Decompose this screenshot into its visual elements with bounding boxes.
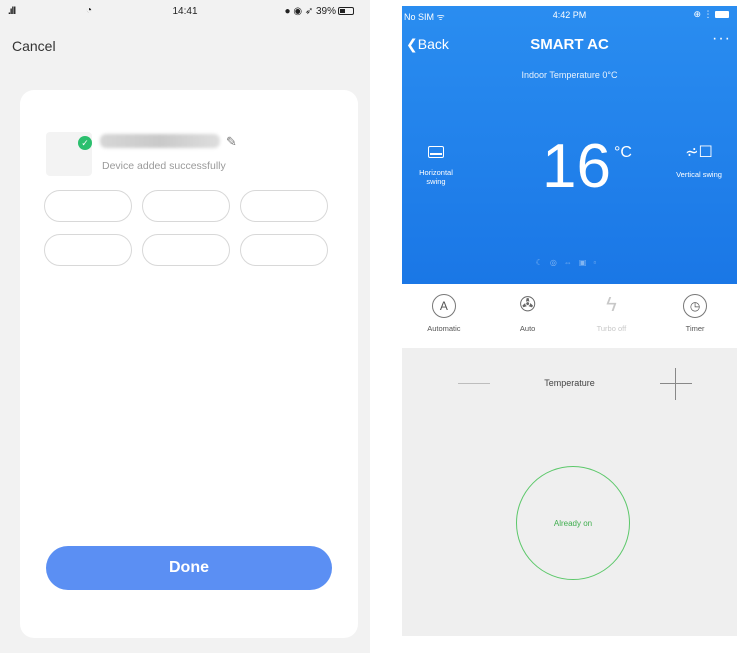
control-label: Automatic — [427, 324, 461, 333]
control-bar: A Automatic ✇ Auto ϟ Turbo off ◷ Timer — [402, 284, 737, 348]
status-bar: .ıll ◔ 14:41 ● ◉ ➶ 39% — [0, 0, 370, 24]
set-temperature-value: 16 — [542, 132, 611, 201]
turbo-button[interactable]: ϟ Turbo off — [576, 294, 646, 333]
control-label: Timer — [685, 324, 705, 333]
horizontal-swing-button[interactable]: Horizontal swing — [416, 146, 456, 186]
horizontal-swing-label: Horizontal swing — [419, 168, 453, 186]
room-chip[interactable] — [44, 190, 132, 222]
fan-speed-button[interactable]: ✇ Auto — [493, 294, 563, 333]
success-check-icon: ✓ — [78, 136, 92, 150]
battery-icon — [715, 11, 729, 18]
ac-control-header: No SIM ᯤ 4:42 PM ⊕ ⋮ ❮Back SMART AC ··· … — [402, 6, 737, 284]
room-chip[interactable] — [44, 234, 132, 266]
status-icons: ⊕ ⋮ — [693, 9, 729, 20]
room-chip[interactable] — [240, 234, 328, 266]
battery-icon — [338, 7, 354, 15]
timer-button[interactable]: ◷ Timer — [660, 294, 730, 333]
power-toggle-button[interactable]: Already on — [516, 466, 630, 580]
battery-percent: 39% — [315, 6, 336, 17]
indoor-temperature: Indoor Temperature 0°C — [521, 70, 618, 80]
vertical-swing-label: Vertical swing — [676, 170, 722, 179]
done-button[interactable]: Done — [46, 546, 332, 590]
horizontal-swing-icon — [428, 146, 444, 158]
room-chip[interactable] — [142, 190, 230, 222]
status-battery: ● ◉ ➶ 39% — [284, 6, 354, 17]
automatic-mode-icon: A — [431, 294, 456, 318]
status-icons: ● ◉ ➶ — [284, 6, 316, 17]
temperature-increase-button[interactable] — [660, 368, 692, 400]
cancel-button[interactable]: Cancel — [12, 38, 56, 54]
temperature-unit: °C — [614, 144, 632, 161]
device-added-status: Device added successfully — [102, 160, 226, 172]
power-status-label: Already on — [553, 518, 593, 528]
vertical-swing-icon: ⩫☐ — [685, 144, 713, 161]
more-options-icon[interactable]: ··· — [712, 30, 731, 48]
mode-indicator-icons: ☾◎⇔▣▫ — [535, 258, 604, 267]
room-selector-grid — [44, 190, 336, 266]
status-time: 4:42 PM — [552, 10, 587, 20]
clock-icon: ◷ — [683, 294, 708, 318]
mode-automatic-button[interactable]: A Automatic — [409, 294, 479, 333]
control-label: Turbo off — [596, 324, 627, 333]
page-title: SMART AC — [530, 36, 609, 53]
lightning-icon: ϟ — [606, 294, 617, 316]
room-chip[interactable] — [240, 190, 328, 222]
device-name-blurred — [100, 134, 220, 148]
fan-icon: ✇ — [519, 294, 536, 316]
left-phone-screen: .ıll ◔ 14:41 ● ◉ ➶ 39% Cancel ✓ ✎ Device… — [0, 0, 370, 653]
right-phone-screen: No SIM ᯤ 4:42 PM ⊕ ⋮ ❮Back SMART AC ··· … — [402, 6, 737, 636]
control-label: Auto — [519, 324, 536, 333]
device-added-card: ✓ ✎ Device added successfully Done — [20, 90, 358, 638]
room-chip[interactable] — [142, 234, 230, 266]
status-bar: No SIM ᯤ 4:42 PM ⊕ ⋮ — [402, 6, 737, 24]
edit-pencil-icon[interactable]: ✎ — [226, 134, 237, 150]
vertical-swing-button[interactable]: ⩫☐ Vertical swing — [667, 144, 731, 179]
